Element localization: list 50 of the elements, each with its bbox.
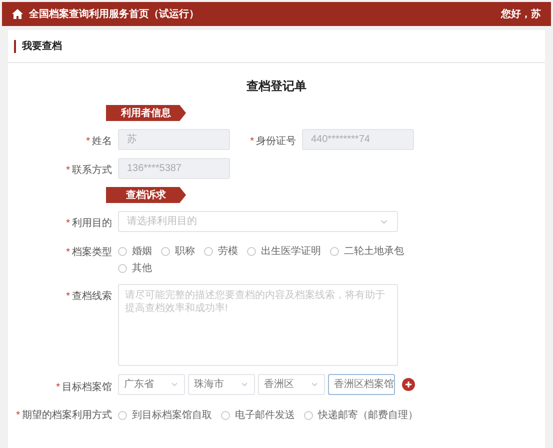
site-title[interactable]: 全国档案查询利用服务首页（试运行）: [29, 6, 199, 22]
select-field[interactable]: 广东省: [118, 374, 185, 395]
required-mark: *: [66, 217, 70, 231]
radio-button[interactable]: [221, 410, 230, 420]
greeting-text: 您好，苏: [501, 8, 541, 22]
radio-label: 其他: [132, 262, 152, 276]
field-label: 期望的档案利用方式: [22, 408, 112, 423]
plus-icon: [405, 381, 412, 388]
field-label: 利用目的: [72, 216, 112, 231]
required-mark: *: [66, 164, 70, 178]
required-mark: *: [16, 409, 20, 423]
radio-label: 快递邮寄（邮费自理）: [318, 408, 418, 422]
required-mark: *: [66, 290, 70, 304]
radio-label: 职称: [175, 245, 195, 259]
radio-button[interactable]: [330, 247, 339, 256]
select-field[interactable]: 香洲区: [258, 374, 325, 395]
required-mark: *: [250, 135, 254, 149]
page-title: 我要查档: [22, 40, 62, 54]
select-field[interactable]: 香洲区档案馆: [328, 374, 395, 395]
required-mark: *: [56, 380, 60, 394]
radio-button[interactable]: [118, 247, 127, 256]
radio-button[interactable]: [161, 247, 170, 256]
chevron-down-icon: [170, 380, 179, 389]
section-tag: 查档诉求: [106, 187, 186, 203]
radio-label: 电子邮件发送: [235, 408, 295, 422]
field-label: 姓名: [92, 135, 112, 149]
home-icon[interactable]: [12, 9, 23, 19]
radio-button[interactable]: [247, 247, 256, 256]
radio-button[interactable]: [204, 247, 213, 256]
radio-button[interactable]: [118, 410, 127, 420]
chevron-down-icon: [240, 380, 249, 389]
radio-label: 劳模: [218, 244, 238, 259]
section-tag: 利用者信息: [106, 105, 186, 121]
select-field[interactable]: 珠海市: [188, 374, 255, 395]
chevron-down-icon: [310, 380, 319, 389]
radio-label: 到目标档案馆自取: [132, 408, 212, 422]
radio-button[interactable]: [118, 264, 127, 273]
add-button[interactable]: [402, 378, 415, 391]
radio-label: 二轮土地承包: [344, 244, 404, 259]
required-mark: *: [66, 246, 70, 260]
required-mark: *: [86, 135, 90, 149]
field-label: 档案类型: [72, 246, 112, 260]
form-title: 查档登记单: [246, 78, 306, 95]
radio-label: 出生医学证明: [261, 244, 321, 259]
field-label: 目标档案馆: [62, 380, 112, 394]
radio-label: 婚姻: [132, 245, 152, 259]
field-label: 联系方式: [72, 164, 112, 178]
field-label: 查档线索: [72, 290, 112, 304]
field-label: 身份证号: [256, 135, 296, 149]
radio-button[interactable]: [304, 410, 313, 420]
